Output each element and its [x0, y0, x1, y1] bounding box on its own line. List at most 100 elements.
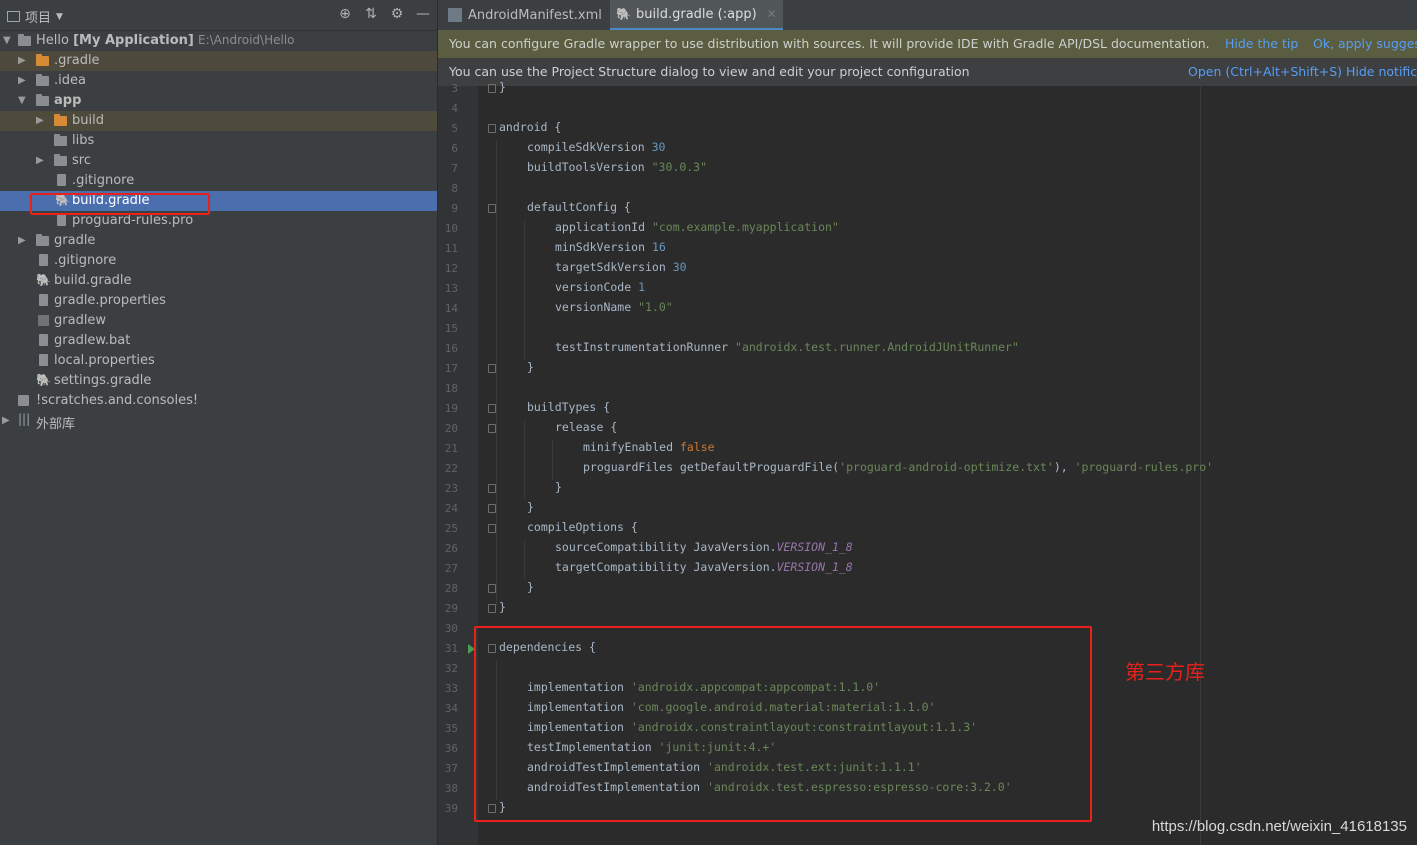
tree-item-app[interactable]: ▼ app: [0, 91, 437, 111]
tree-item-gradle-folder[interactable]: ▶ gradle: [0, 231, 437, 251]
line-number: 23: [444, 482, 458, 495]
fold-marker-icon[interactable]: [488, 524, 496, 533]
tree-item-root-build-gradle[interactable]: 🐘 build.gradle: [0, 271, 437, 291]
tab-build-gradle-app[interactable]: 🐘 build.gradle (:app) ✕: [610, 0, 783, 30]
hide-notification-link[interactable]: Hide notifica: [1346, 58, 1417, 86]
tree-item-idea[interactable]: ▶ .idea: [0, 71, 437, 91]
tree-item-gradle-properties[interactable]: gradle.properties: [0, 291, 437, 311]
fold-marker-icon[interactable]: [488, 424, 496, 433]
line-number: 28: [444, 582, 458, 595]
fold-marker-icon[interactable]: [488, 204, 496, 213]
fold-marker-icon[interactable]: [488, 404, 496, 413]
tree-item-settings-gradle[interactable]: 🐘 settings.gradle: [0, 371, 437, 391]
gear-icon[interactable]: ⚙: [389, 6, 405, 22]
tree-item-scratches[interactable]: !scratches.and.consoles!: [0, 391, 437, 411]
apply-suggestion-link[interactable]: Ok, apply suggest: [1313, 30, 1417, 58]
tab-android-manifest[interactable]: AndroidManifest.xml ✕: [442, 0, 628, 30]
notification-message: You can use the Project Structure dialog…: [449, 64, 970, 79]
code-line: compileSdkVersion 30: [527, 140, 666, 154]
code-line: release {: [555, 420, 618, 434]
line-number: 27: [444, 562, 458, 575]
fold-marker-icon[interactable]: [488, 84, 496, 93]
line-number: 35: [444, 722, 458, 735]
tree-item-gradlew[interactable]: gradlew: [0, 311, 437, 331]
collapse-all-icon[interactable]: ⇅: [363, 6, 379, 22]
line-number: 14: [444, 302, 458, 315]
tree-item-libs[interactable]: libs: [0, 131, 437, 151]
tree-item-label: gradle.properties: [54, 293, 166, 308]
tree-item-label: libs: [72, 133, 95, 148]
line-number: 37: [444, 762, 458, 775]
tree-item-src[interactable]: ▶ src: [0, 151, 437, 171]
fold-marker-icon[interactable]: [488, 484, 496, 493]
code-line: targetCompatibility JavaVersion.VERSION_…: [555, 560, 853, 574]
fold-marker-icon[interactable]: [488, 124, 496, 133]
project-view-label: 项目: [25, 11, 52, 26]
open-project-structure-link[interactable]: Open (Ctrl+Alt+Shift+S): [1188, 58, 1342, 86]
minimize-icon[interactable]: —: [415, 6, 431, 22]
line-number: 12: [444, 262, 458, 275]
line-number: 7: [451, 162, 458, 175]
gradle-elephant-icon: 🐘: [36, 373, 51, 387]
tree-item-gradlew-bat[interactable]: gradlew.bat: [0, 331, 437, 351]
line-number: 39: [444, 802, 458, 815]
tree-item-dot-gradle[interactable]: ▶ .gradle: [0, 51, 437, 71]
code-line: }: [555, 480, 562, 494]
chevron-right-icon[interactable]: ▶: [18, 55, 28, 67]
line-number: 33: [444, 682, 458, 695]
line-number: 19: [444, 402, 458, 415]
line-number-gutter: 3 4 5 6 7 8 9 10 11 12 13 14 15 16 17 18 19 20 21 22 23 24 25 2…: [438, 82, 496, 845]
line-number: 29: [444, 602, 458, 615]
tree-item-label: gradle: [54, 233, 96, 248]
line-number: 11: [444, 242, 458, 255]
chevron-down-icon[interactable]: ▼: [3, 35, 13, 47]
locate-target-icon[interactable]: ⊕: [337, 6, 353, 22]
editor-area: AndroidManifest.xml ✕ 🐘 build.gradle (:a…: [438, 0, 1417, 845]
chevron-down-icon: ▼: [56, 11, 63, 22]
code-line: testInstrumentationRunner "androidx.test…: [555, 340, 1019, 354]
project-panel-header: 项目 ▼ ⊕ ⇅ ⚙ —: [0, 0, 437, 31]
tree-item-label: build: [72, 113, 104, 128]
gradle-elephant-icon: 🐘: [36, 273, 51, 287]
editor-tab-bar: AndroidManifest.xml ✕ 🐘 build.gradle (:a…: [438, 0, 1417, 31]
code-line: defaultConfig {: [527, 200, 631, 214]
fold-marker-icon[interactable]: [488, 604, 496, 613]
code-line: minifyEnabled false: [583, 440, 715, 454]
scratches-icon: [18, 395, 29, 406]
tree-item-root-gitignore[interactable]: .gitignore: [0, 251, 437, 271]
chevron-down-icon[interactable]: ▼: [18, 95, 28, 107]
fold-marker-icon[interactable]: [488, 504, 496, 513]
chevron-right-icon[interactable]: ▶: [36, 155, 46, 167]
module-folder-icon: [36, 94, 49, 106]
fold-marker-icon[interactable]: [488, 584, 496, 593]
hide-tip-link[interactable]: Hide the tip: [1225, 30, 1298, 58]
code-line: }: [527, 580, 534, 594]
folder-icon: [54, 134, 67, 146]
tree-item-external-libraries[interactable]: ▶ ||| 外部库: [0, 411, 437, 432]
folder-icon: [36, 74, 49, 86]
project-view-selector[interactable]: 项目 ▼: [7, 7, 63, 26]
code-line: android {: [499, 120, 562, 134]
fold-marker-icon[interactable]: [488, 364, 496, 373]
tree-item-module-name: [My Application]: [73, 33, 194, 48]
tree-item-hello[interactable]: ▼ Hello [My Application] E:\Android\Hell…: [0, 31, 437, 51]
close-icon[interactable]: ✕: [767, 7, 777, 21]
tree-item-label: app: [54, 93, 82, 108]
tree-item-build[interactable]: ▶ build: [0, 111, 437, 131]
indent-guide: [552, 440, 553, 480]
tree-item-label: src: [72, 153, 91, 168]
watermark: https://blog.csdn.net/weixin_41618135: [1151, 818, 1407, 835]
chevron-right-icon[interactable]: ▶: [36, 115, 46, 127]
gradle-wrapper-notification: You can configure Gradle wrapper to use …: [438, 30, 1417, 58]
terminal-file-icon: [38, 315, 49, 326]
code-line: versionName "1.0": [555, 300, 673, 314]
library-bars-icon: |||: [18, 412, 31, 426]
chevron-right-icon[interactable]: ▶: [2, 415, 12, 427]
chevron-right-icon[interactable]: ▶: [18, 235, 28, 247]
code-line: sourceCompatibility JavaVersion.VERSION_…: [555, 540, 853, 554]
code-line: }: [527, 360, 534, 374]
line-number: 38: [444, 782, 458, 795]
chevron-right-icon[interactable]: ▶: [18, 75, 28, 87]
tree-item-app-gitignore[interactable]: .gitignore: [0, 171, 437, 191]
tree-item-local-properties[interactable]: local.properties: [0, 351, 437, 371]
